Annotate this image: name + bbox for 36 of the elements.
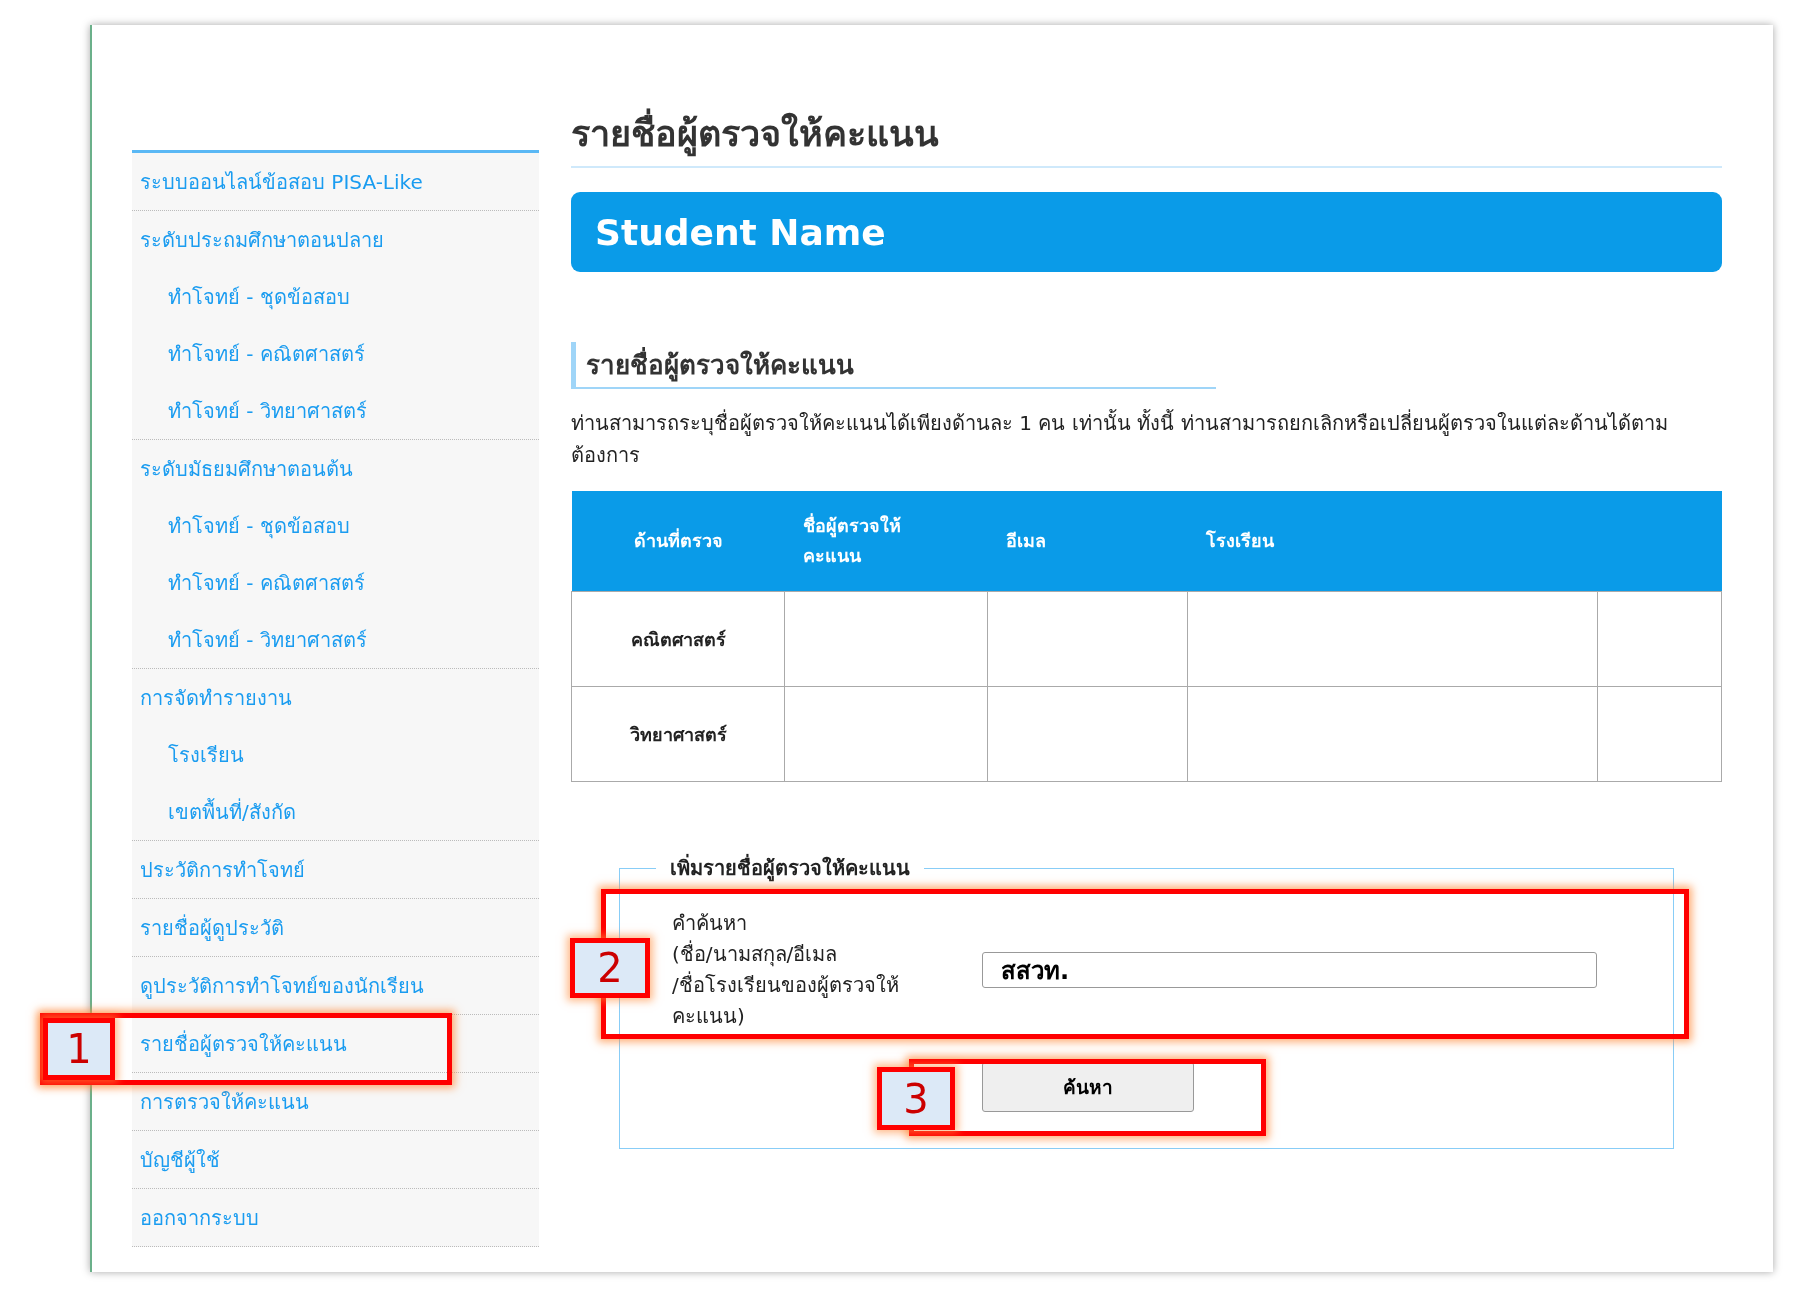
column-header: ด้านที่ตรวจ — [571, 491, 785, 592]
table-cell: คณิตศาสตร์ — [571, 591, 785, 687]
sidebar-sublink[interactable]: ทำโจทย์ - ชุดข้อสอบ — [132, 268, 539, 325]
panel-legend: เพิ่มรายชื่อผู้ตรวจให้คะแนน — [656, 852, 924, 884]
sidebar-sublink[interactable]: ทำโจทย์ - คณิตศาสตร์ — [132, 325, 539, 382]
sidebar-sublink[interactable]: โรงเรียน — [132, 726, 539, 783]
step-number: 3 — [877, 1067, 955, 1130]
search-field[interactable]: สสวท. — [982, 952, 1597, 988]
column-header: อีเมล — [987, 491, 1188, 592]
sidebar-link[interactable]: ประวัติการทำโจทย์ — [132, 841, 539, 898]
page-title: รายชื่อผู้ตรวจให้คะแนน — [571, 105, 1722, 168]
student-name-banner: Student Name — [571, 192, 1722, 272]
column-header: โรงเรียน — [1187, 491, 1598, 592]
sidebar-link[interactable]: ระบบออนไลน์ข้อสอบ PISA-Like — [132, 153, 539, 210]
sidebar-sublink[interactable]: ทำโจทย์ - คณิตศาสตร์ — [132, 554, 539, 611]
section-title: รายชื่อผู้ตรวจให้คะแนน — [571, 342, 1216, 389]
sidebar-sublink[interactable]: เขตพื้นที่/สังกัด — [132, 783, 539, 840]
search-label: คำค้นหา (ชื่อ/นามสกุล/อีเมล /ชื่อโรงเรียนของผู้ตรวจให้ คะแนน) — [672, 910, 900, 1030]
step-number: 2 — [570, 938, 650, 998]
sidebar-link[interactable]: ดูประวัติการทำโจทย์ของนักเรียน — [132, 957, 539, 1014]
sidebar-link[interactable]: รายชื่อผู้ตรวจให้คะแนน — [132, 1015, 539, 1072]
step-number: 1 — [43, 1018, 115, 1080]
sidebar-sublink[interactable]: ทำโจทย์ - วิทยาศาสตร์ — [132, 382, 539, 439]
sidebar-link[interactable]: บัญชีผู้ใช้ — [132, 1131, 539, 1188]
search-button[interactable]: ค้นหา — [982, 1062, 1194, 1112]
column-header: ชื่อผู้ตรวจให้คะแนน — [784, 491, 988, 592]
sidebar-link[interactable]: ออกจากระบบ — [132, 1189, 539, 1246]
sidebar-link[interactable]: ระดับมัธยมศึกษาตอนต้น — [132, 440, 539, 497]
sidebar-sublink[interactable]: ทำโจทย์ - ชุดข้อสอบ — [132, 497, 539, 554]
table-cell: วิทยาศาสตร์ — [571, 686, 785, 782]
sidebar-link[interactable]: รายชื่อผู้ดูประวัติ — [132, 899, 539, 956]
sidebar-link[interactable]: การจัดทำรายงาน — [132, 669, 539, 726]
sidebar-link[interactable]: ระดับประถมศึกษาตอนปลาย — [132, 211, 539, 268]
sidebar-sublink[interactable]: ทำโจทย์ - วิทยาศาสตร์ — [132, 611, 539, 668]
description-text: ท่านสามารถระบุชื่อผู้ตรวจให้คะแนนได้เพียงด้านละ 1 คน เท่านั้น ทั้งนี้ ท่านสามารถยกเลิกหรือเปลี่ยนผู้ตรวจในแต่ละด้านได้ตามต้องการ — [571, 408, 1669, 469]
sidebar-link[interactable]: การตรวจให้คะแนน — [132, 1073, 539, 1130]
